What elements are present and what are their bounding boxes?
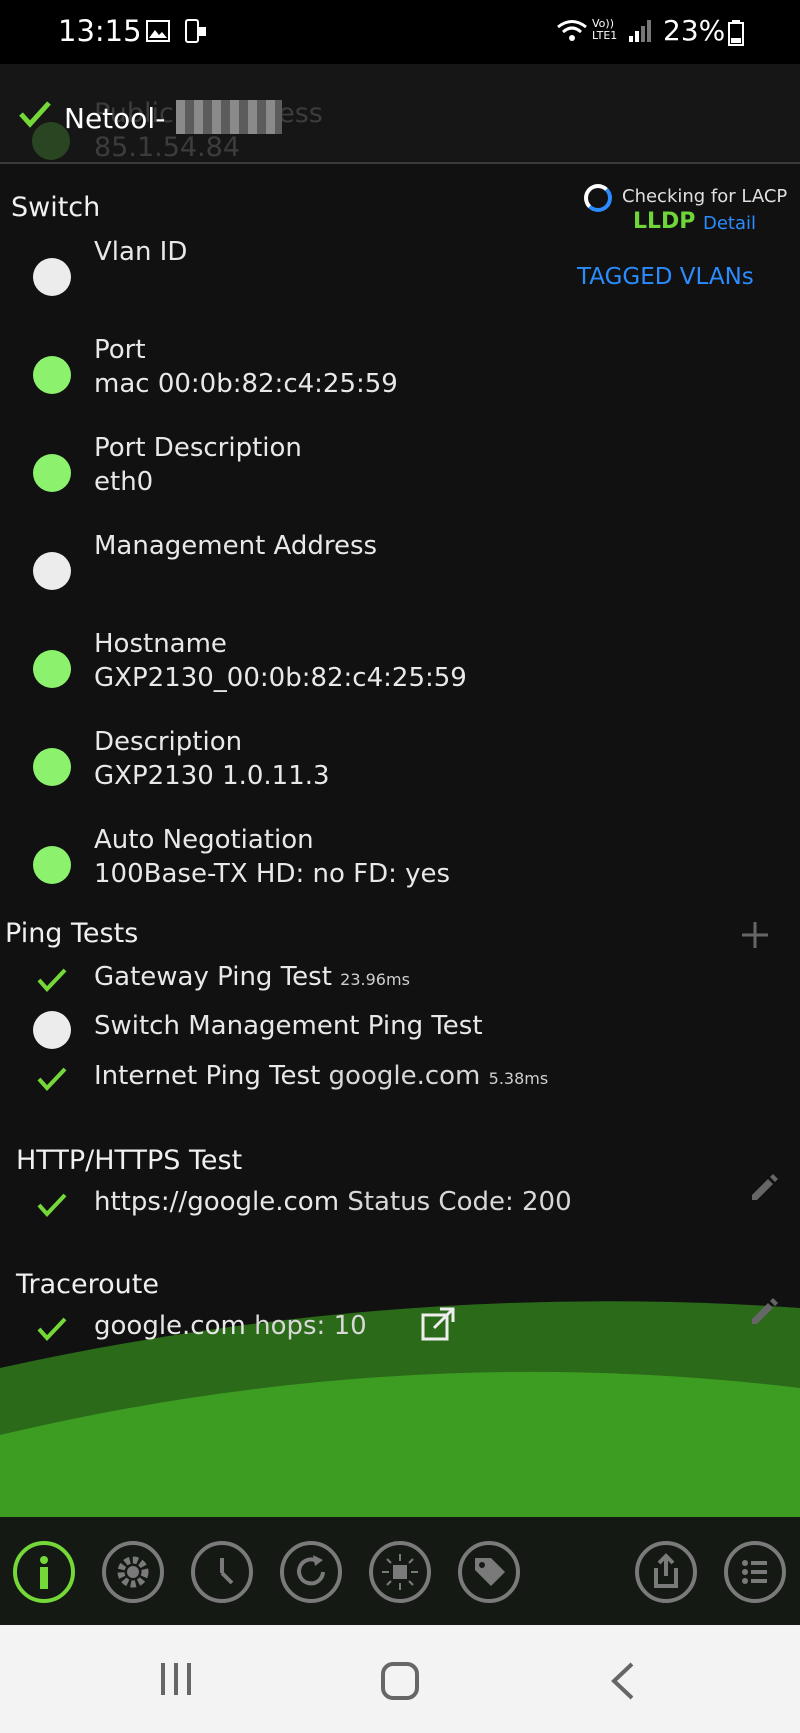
description-status-dot bbox=[33, 748, 71, 786]
switch-item-label: Management Address bbox=[94, 531, 378, 561]
faded-header-value: 85.1.54.84 bbox=[94, 132, 240, 163]
port-status-dot bbox=[33, 356, 71, 394]
lldp-detail-link[interactable]: Detail bbox=[703, 213, 756, 234]
switch-item-value: GXP2130_00:0b:82:c4:25:59 bbox=[94, 663, 467, 693]
list-icon bbox=[742, 1560, 767, 1584]
edit-http-test-icon[interactable] bbox=[748, 1174, 778, 1204]
network-tab-button[interactable] bbox=[369, 1541, 431, 1603]
switch-item-value: 100Base-TX HD: no FD: yes bbox=[94, 859, 451, 889]
wifi-icon bbox=[557, 20, 587, 41]
auto-negotiation-status-dot bbox=[33, 846, 71, 884]
traceroute-success-check-icon bbox=[37, 1317, 67, 1341]
refresh-tab-button[interactable] bbox=[280, 1541, 342, 1603]
chip-icon bbox=[382, 1554, 418, 1590]
switch-item-label: Port bbox=[94, 335, 146, 365]
ping-test-time: 23.96ms bbox=[340, 970, 410, 989]
tag-icon bbox=[475, 1558, 505, 1586]
home-icon[interactable] bbox=[380, 1661, 420, 1701]
http-test-status: Status Code: 200 bbox=[347, 1187, 572, 1217]
switch-item-label: Auto Negotiation bbox=[94, 825, 314, 855]
http-test-url: https://google.com bbox=[94, 1187, 340, 1217]
settings-tab-button[interactable] bbox=[102, 1541, 164, 1603]
vlan-status-dot bbox=[33, 258, 71, 296]
network-type-label: Vo)) LTE1 bbox=[592, 17, 618, 42]
status-time: 13:15 bbox=[58, 14, 142, 48]
switch-item-value: mac 00:0b:82:c4:25:59 bbox=[94, 369, 398, 399]
switch-item-label: Description bbox=[94, 727, 243, 757]
ping-test-label: Gateway Ping Test bbox=[94, 962, 332, 992]
lacp-status-text: Checking for LACP bbox=[622, 186, 788, 207]
switch-item-value: GXP2130 1.0.11.3 bbox=[94, 761, 330, 791]
tagged-vlans-button[interactable]: TAGGED VLANs bbox=[577, 264, 754, 290]
redacted-name-block bbox=[176, 100, 282, 134]
info-tab-button[interactable] bbox=[13, 1541, 75, 1603]
battery-percent: 23% bbox=[663, 14, 726, 47]
device-notification-icon bbox=[185, 19, 206, 43]
signal-icon bbox=[629, 20, 651, 42]
gear-icon bbox=[117, 1556, 149, 1588]
port-description-status-dot bbox=[33, 454, 71, 492]
system-navigation-bar bbox=[0, 1625, 800, 1733]
open-external-icon[interactable] bbox=[420, 1306, 456, 1342]
edit-traceroute-icon[interactable] bbox=[748, 1298, 778, 1328]
ping-pending-dot bbox=[33, 1011, 71, 1049]
ping-test-label: Switch Management Ping Test bbox=[94, 1011, 483, 1041]
ping-tests-section-title: Ping Tests bbox=[5, 918, 139, 949]
image-notification-icon bbox=[146, 20, 170, 42]
ping-test-extra: google.com bbox=[328, 1061, 481, 1091]
share-button[interactable] bbox=[635, 1541, 697, 1603]
lldp-protocol-label: LLDP bbox=[633, 209, 696, 234]
connected-check-icon bbox=[19, 101, 51, 128]
clock-icon bbox=[220, 1558, 234, 1585]
http-test-row[interactable]: https://google.com Status Code: 200 bbox=[94, 1187, 572, 1217]
battery-icon bbox=[728, 20, 744, 46]
app-title[interactable]: Netool- bbox=[64, 102, 165, 135]
ping-test-label: Internet Ping Test bbox=[94, 1061, 321, 1091]
share-icon bbox=[654, 1553, 678, 1588]
ping-test-row[interactable]: Gateway Ping Test 23.96ms bbox=[94, 962, 410, 992]
status-bar: 13:15 Vo)) LTE1 23% bbox=[0, 0, 800, 64]
switch-section-title: Switch bbox=[11, 192, 101, 223]
traceroute-section-title: Traceroute bbox=[16, 1269, 159, 1300]
history-tab-button[interactable] bbox=[191, 1541, 253, 1603]
traceroute-hops: hops: 10 bbox=[254, 1311, 367, 1341]
recent-apps-icon[interactable] bbox=[158, 1661, 194, 1697]
hostname-status-dot bbox=[33, 650, 71, 688]
ping-success-check-icon bbox=[37, 968, 67, 992]
ping-test-row[interactable]: Switch Management Ping Test bbox=[94, 1011, 483, 1041]
ping-success-check-icon bbox=[37, 1067, 67, 1091]
management-address-status-dot bbox=[33, 552, 71, 590]
add-ping-test-icon[interactable] bbox=[740, 920, 770, 950]
ping-test-row[interactable]: Internet Ping Test google.com 5.38ms bbox=[94, 1061, 548, 1091]
tags-tab-button[interactable] bbox=[458, 1541, 520, 1603]
back-icon[interactable] bbox=[608, 1661, 638, 1701]
switch-item-label: Port Description bbox=[94, 433, 302, 463]
refresh-icon bbox=[297, 1555, 325, 1586]
traceroute-row[interactable]: google.com hops: 10 bbox=[94, 1311, 367, 1341]
header-bar: Public IP Address 85.1.54.84 Netool- bbox=[0, 64, 800, 164]
http-test-section-title: HTTP/HTTPS Test bbox=[16, 1145, 243, 1176]
switch-item-value: eth0 bbox=[94, 467, 154, 497]
info-icon bbox=[40, 1556, 48, 1589]
http-success-check-icon bbox=[37, 1193, 67, 1217]
traceroute-host: google.com bbox=[94, 1311, 246, 1341]
ping-test-time: 5.38ms bbox=[488, 1069, 549, 1088]
menu-list-button[interactable] bbox=[724, 1541, 786, 1603]
lacp-spinner-icon bbox=[584, 184, 612, 212]
switch-item-label: Vlan ID bbox=[94, 237, 188, 267]
switch-item-label: Hostname bbox=[94, 629, 227, 659]
